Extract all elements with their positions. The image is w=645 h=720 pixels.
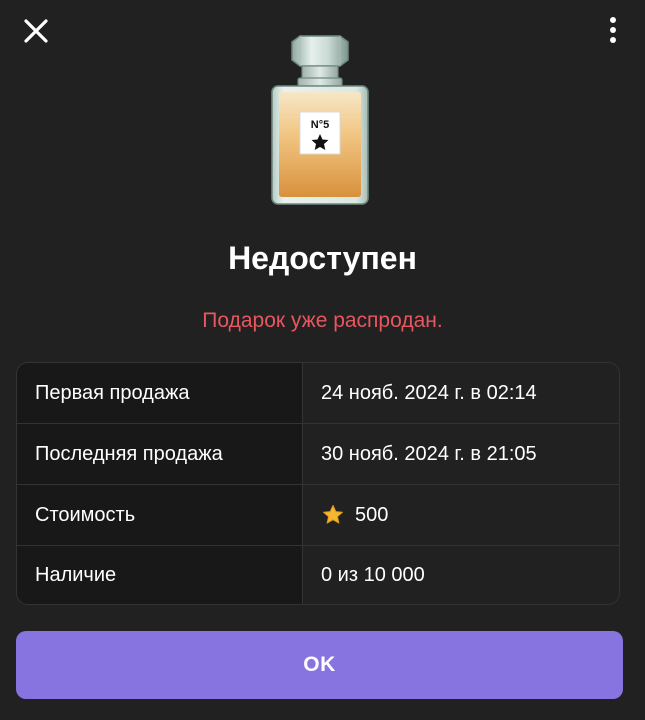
info-row-availability: Наличие 0 из 10 000	[17, 546, 619, 604]
info-value: 30 нояб. 2024 г. в 21:05	[303, 424, 619, 484]
info-row-price: Стоимость 500	[17, 485, 619, 546]
info-label: Наличие	[17, 546, 303, 604]
info-value: 0 из 10 000	[303, 546, 619, 604]
info-value-price: 500	[303, 485, 619, 545]
status-title: Недоступен	[228, 240, 417, 276]
info-label: Стоимость	[17, 485, 303, 545]
ok-button[interactable]: OK	[16, 631, 623, 699]
close-icon[interactable]	[20, 15, 52, 47]
more-vertical-icon[interactable]	[605, 14, 621, 46]
price-value: 500	[355, 503, 389, 526]
info-label: Последняя продажа	[17, 424, 303, 484]
perfume-label-text: N°5	[311, 119, 329, 131]
star-icon	[323, 505, 343, 524]
info-value: 24 нояб. 2024 г. в 02:14	[303, 363, 619, 423]
gift-info-table: Первая продажа 24 нояб. 2024 г. в 02:14 …	[16, 362, 620, 605]
perfume-bottle-icon: N°5	[271, 35, 369, 205]
status-message: Подарок уже распродан.	[202, 309, 443, 332]
info-label: Первая продажа	[17, 363, 303, 423]
info-row-last-sale: Последняя продажа 30 нояб. 2024 г. в 21:…	[17, 424, 619, 485]
info-row-first-sale: Первая продажа 24 нояб. 2024 г. в 02:14	[17, 363, 619, 424]
